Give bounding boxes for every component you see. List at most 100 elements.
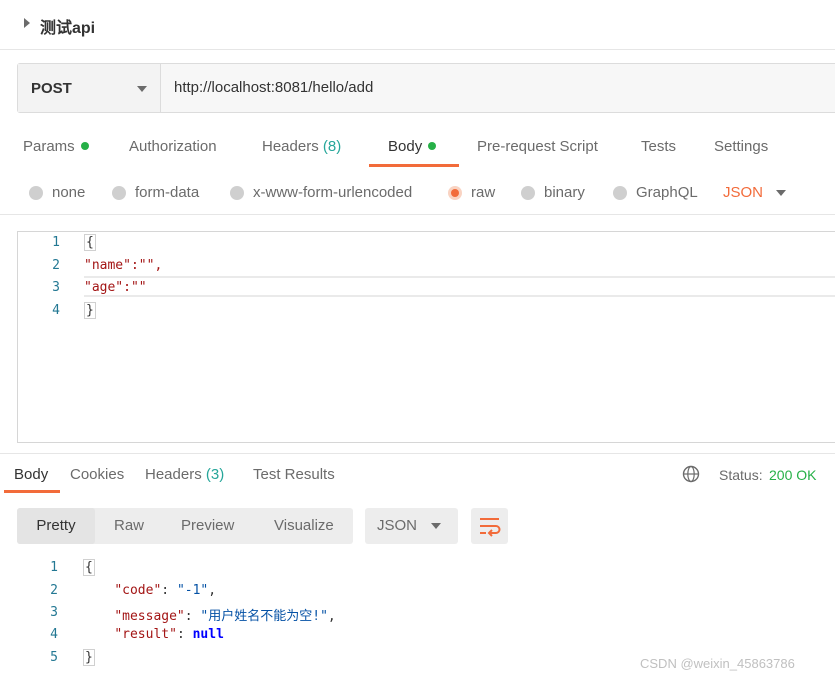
request-name[interactable]: 测试api	[40, 14, 95, 38]
caret-right-icon[interactable]	[24, 18, 30, 28]
view-pretty-button[interactable]: Pretty	[17, 508, 95, 544]
tab-label: Body	[14, 466, 49, 483]
headers-count: (8)	[322, 138, 342, 155]
view-preview-button[interactable]: Preview	[181, 517, 234, 534]
json-value: "-1"	[176, 583, 209, 598]
radio-form-data[interactable]: form-data	[112, 184, 199, 201]
code-brace: }	[84, 302, 96, 319]
code-line: }	[83, 649, 95, 666]
watermark: CSDN @weixin_45863786	[640, 656, 795, 671]
tab-tests[interactable]: Tests	[641, 138, 676, 155]
response-tab-cookies[interactable]: Cookies	[70, 466, 124, 483]
tab-label: Authorization	[129, 138, 217, 155]
view-mode-group: Pretty Raw Preview Visualize	[17, 508, 353, 544]
json-key: "result"	[114, 627, 177, 642]
radio-x-www-form-urlencoded[interactable]: x-www-form-urlencoded	[230, 184, 412, 201]
tab-params[interactable]: Params	[23, 138, 89, 155]
line-number: 2	[50, 583, 58, 598]
code-brace: {	[83, 559, 95, 576]
status-value: 200 OK	[769, 467, 817, 483]
method-label: POST	[31, 80, 72, 97]
divider	[0, 453, 835, 454]
tab-label: Settings	[714, 138, 769, 155]
radio-none[interactable]: none	[29, 184, 85, 201]
line-number: 3	[52, 280, 60, 295]
tab-authorization[interactable]: Authorization	[129, 138, 217, 155]
tab-label: Tests	[641, 138, 677, 155]
response-tab-test-results[interactable]: Test Results	[253, 466, 335, 483]
wrap-lines-button[interactable]	[471, 508, 508, 544]
active-tab-indicator	[369, 164, 459, 167]
divider	[0, 214, 835, 215]
code-brace: {	[84, 234, 96, 251]
code-line: "age":""	[84, 280, 147, 295]
radio-graphql[interactable]: GraphQL	[613, 184, 698, 201]
code-line: "message": "用户姓名不能为空!",	[114, 609, 336, 624]
radio-label: x-www-form-urlencoded	[253, 184, 413, 201]
code-line: }	[84, 302, 96, 319]
line-number: 1	[52, 235, 60, 250]
view-raw-button[interactable]: Raw	[114, 517, 144, 534]
json-value: "用户姓名不能为空!"	[200, 609, 328, 624]
tab-label: Body	[388, 138, 423, 155]
radio-icon	[613, 185, 627, 200]
radio-icon	[29, 185, 43, 200]
request-title-bar: 测试api	[0, 0, 835, 50]
tab-label: Test Results	[253, 466, 335, 483]
line-number: 2	[52, 258, 60, 273]
chevron-down-icon	[431, 523, 441, 529]
tab-pre-request-script[interactable]: Pre-request Script	[477, 138, 598, 155]
radio-label: binary	[544, 184, 585, 201]
status-label: Status:	[719, 467, 763, 483]
json-value: null	[192, 627, 224, 642]
response-format-label: JSON	[377, 517, 418, 534]
code-line: "name":"",	[84, 258, 163, 273]
line-number: 4	[50, 627, 58, 642]
chevron-down-icon[interactable]	[776, 190, 786, 196]
line-number: 4	[52, 303, 60, 318]
globe-icon[interactable]	[682, 465, 700, 483]
code-line: "result": null	[114, 627, 224, 642]
radio-label: raw	[471, 184, 496, 201]
tab-label: Headers	[145, 466, 202, 483]
tab-label: Pre-request Script	[477, 138, 598, 155]
tab-body[interactable]: Body	[388, 138, 437, 155]
line-number: 1	[50, 560, 58, 575]
radio-icon	[521, 185, 535, 200]
code-brace: }	[83, 649, 95, 666]
radio-icon	[112, 185, 126, 200]
radio-selected-icon	[448, 185, 462, 200]
tab-headers[interactable]: Headers (8)	[262, 138, 341, 155]
radio-binary[interactable]: binary	[521, 184, 585, 201]
view-visualize-button[interactable]: Visualize	[274, 517, 334, 534]
response-tab-body[interactable]: Body	[14, 466, 48, 483]
radio-label: none	[52, 184, 86, 201]
response-format-select[interactable]: JSON	[365, 508, 458, 544]
current-line-highlight	[84, 276, 835, 297]
headers-count: (3)	[205, 466, 225, 483]
code-line: {	[84, 234, 96, 251]
radio-raw[interactable]: raw	[448, 184, 495, 201]
tab-label: Headers	[262, 138, 319, 155]
line-number: 3	[50, 605, 58, 620]
raw-format-select[interactable]: JSON	[723, 184, 763, 201]
radio-label: GraphQL	[636, 184, 698, 201]
code-line: "code": "-1",	[114, 583, 217, 598]
chevron-down-icon	[137, 86, 147, 92]
line-number: 5	[50, 650, 58, 665]
wrap-lines-icon	[480, 518, 501, 537]
request-body-editor[interactable]: 1 2 3 4 { "name":"", "age":"" }	[17, 231, 835, 443]
url-input[interactable]: http://localhost:8081/hello/add	[161, 64, 835, 112]
tab-settings[interactable]: Settings	[714, 138, 768, 155]
json-key: "message"	[114, 609, 185, 624]
status-dot-icon	[428, 142, 437, 150]
status-dot-icon	[80, 142, 89, 150]
active-tab-indicator	[4, 490, 60, 493]
tab-label: Params	[23, 138, 75, 155]
code-line: {	[83, 559, 95, 576]
radio-label: form-data	[135, 184, 200, 201]
method-select[interactable]: POST	[18, 64, 161, 112]
radio-icon	[230, 185, 244, 200]
response-tab-headers[interactable]: Headers (3)	[145, 466, 224, 483]
json-key: "code"	[114, 583, 162, 598]
